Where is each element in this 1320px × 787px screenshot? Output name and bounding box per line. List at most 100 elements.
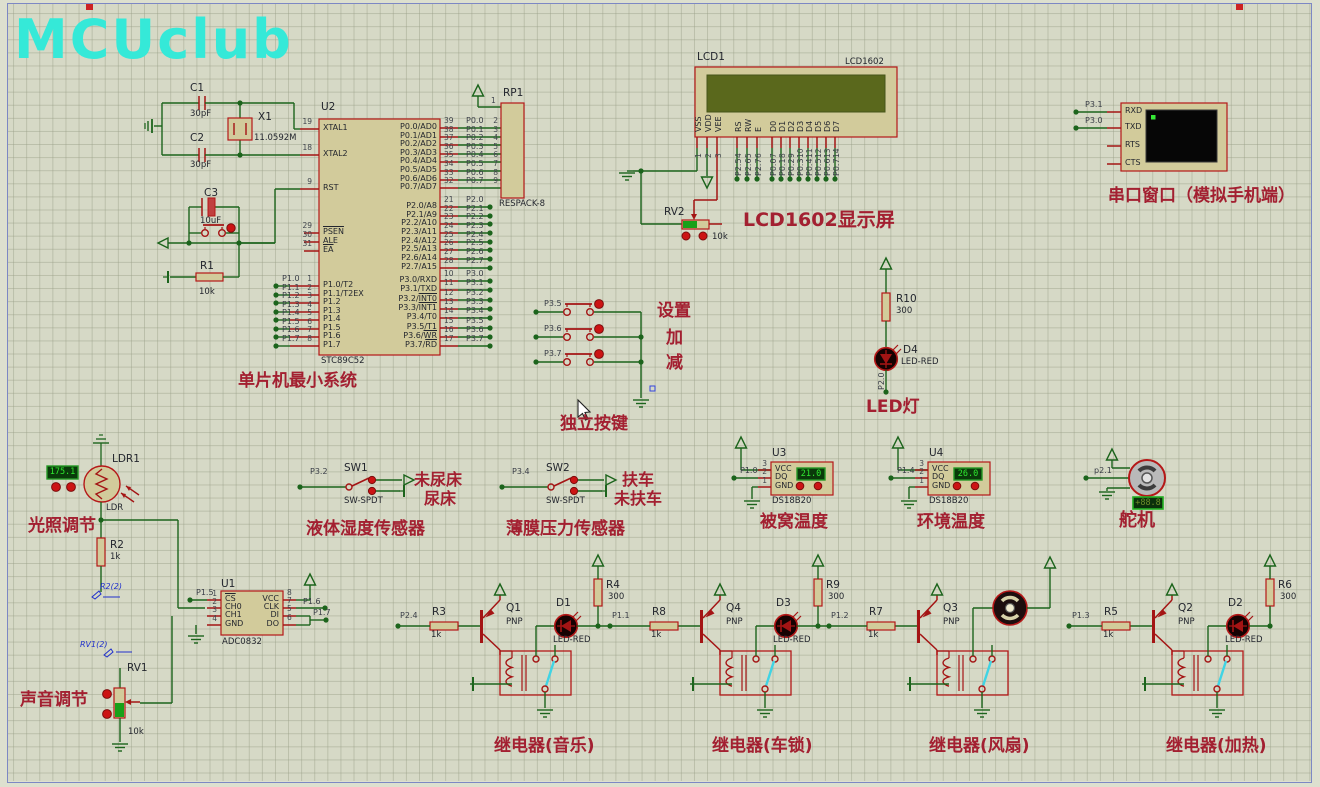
transistor-ref: Q3 xyxy=(943,603,958,614)
relay-body[interactable] xyxy=(1172,651,1243,695)
resistor-body[interactable] xyxy=(650,622,678,630)
rv1-pot-level[interactable] xyxy=(115,703,124,717)
ldr-light-arrow-icon xyxy=(126,486,131,491)
switch-throw[interactable] xyxy=(368,487,375,494)
reset-button-state[interactable] xyxy=(227,224,235,232)
resistor-body[interactable] xyxy=(1102,622,1130,630)
sheet-marker xyxy=(1236,4,1243,10)
terminal-arrow-icon xyxy=(158,238,168,248)
switch-ref: SW2 xyxy=(546,463,570,474)
led-emission-arrow-icon xyxy=(1245,612,1250,617)
resistor-body[interactable] xyxy=(867,622,895,630)
rv2-adjust-button[interactable] xyxy=(682,232,690,240)
sw2-state-off: 未扶车 xyxy=(614,491,662,508)
schematic-canvas[interactable]: MCUclub 单片机最小系统 LCD1602显示屏 串口窗口（模拟手机端） 独… xyxy=(0,0,1320,787)
resistor-ref: R10 xyxy=(896,294,917,305)
temp-adjust-button[interactable] xyxy=(953,482,961,490)
probe-pencil-icon xyxy=(92,591,101,599)
rv1-adjust-button[interactable] xyxy=(103,690,112,699)
crystal-body[interactable] xyxy=(228,118,252,140)
temp-adjust-button[interactable] xyxy=(971,482,979,490)
rp1-pin-number: 4 xyxy=(488,134,498,142)
rp1-part: RESPACK-8 xyxy=(499,200,545,209)
resistor-body[interactable] xyxy=(1266,579,1274,606)
net-label: P1.1 xyxy=(612,612,630,620)
origin-marker-icon xyxy=(650,386,655,391)
light-adjust-button[interactable] xyxy=(67,483,76,492)
junction-dot xyxy=(487,256,492,261)
pin-number: 29 xyxy=(288,222,312,230)
pin-name: RST xyxy=(323,184,339,192)
key-state-button[interactable] xyxy=(595,300,604,309)
rv1-wiper-arrow xyxy=(125,699,131,705)
rv1-adjust-button[interactable] xyxy=(103,710,112,719)
switch-throw[interactable] xyxy=(570,476,577,483)
resistor-body[interactable] xyxy=(97,538,105,566)
net-label: P3.1 xyxy=(1085,101,1103,109)
power-arrow-icon xyxy=(715,584,726,595)
relay-switch-arm[interactable] xyxy=(766,661,774,686)
net-label: P3.6 xyxy=(544,325,562,333)
resistor-ref: R1 xyxy=(200,261,214,272)
lcd-pin-number: 7 xyxy=(770,153,778,158)
lcd-pin-name: VEE xyxy=(715,116,723,132)
key-state-button[interactable] xyxy=(595,350,604,359)
logo: MCUclub xyxy=(14,8,293,71)
switch-throw[interactable] xyxy=(570,487,577,494)
pin-number: 28 xyxy=(444,257,454,265)
serial-screen xyxy=(1146,110,1217,162)
relay-body[interactable] xyxy=(500,651,571,695)
rv2-adjust-button[interactable] xyxy=(699,232,707,240)
contact-ring xyxy=(533,656,539,662)
relay-switch-arm[interactable] xyxy=(1218,661,1226,686)
switch-throw[interactable] xyxy=(368,476,375,483)
relay-switch-arm[interactable] xyxy=(983,661,991,686)
pin-number: 12 xyxy=(444,289,454,297)
key-state-button[interactable] xyxy=(595,325,604,334)
relay-coil xyxy=(726,658,732,686)
pin-number: 14 xyxy=(444,307,454,315)
lcd-part: LCD1602 xyxy=(845,58,884,67)
temp-adjust-button[interactable] xyxy=(814,482,822,490)
led-ref: D1 xyxy=(556,598,571,609)
adc-ref: U1 xyxy=(221,579,235,590)
junction-dot xyxy=(638,359,643,364)
pin-number: 6 xyxy=(287,614,292,622)
light-adjust-button[interactable] xyxy=(52,483,61,492)
relay-switch-arm[interactable] xyxy=(546,661,554,686)
relay-body[interactable] xyxy=(720,651,791,695)
junction-dot xyxy=(754,176,759,181)
contact-ring xyxy=(202,230,209,237)
crystal-value: 11.0592M xyxy=(254,134,296,143)
resistor-body[interactable] xyxy=(882,293,890,321)
sw1-state-off: 尿床 xyxy=(424,491,456,508)
resistor-body[interactable] xyxy=(814,579,822,606)
resistor-value: 10k xyxy=(199,288,215,297)
ldr-body[interactable] xyxy=(84,466,120,502)
junction-dot xyxy=(323,617,328,622)
keys-caption: 独立按键 xyxy=(560,416,628,434)
power-arrow-icon xyxy=(1045,557,1056,568)
power-arrow-icon xyxy=(893,437,904,448)
relay-body[interactable] xyxy=(937,651,1008,695)
resistor-body[interactable] xyxy=(430,622,458,630)
resistor-body[interactable] xyxy=(196,273,223,281)
pin-number: 26 xyxy=(444,239,454,247)
rv2-pot-level[interactable] xyxy=(683,221,697,228)
key-label-set: 设置 xyxy=(657,303,691,321)
temp-adjust-button[interactable] xyxy=(796,482,804,490)
pin-number: 15 xyxy=(444,317,454,325)
ldr-light-arrow-icon xyxy=(121,493,126,498)
sound-caption: 声音调节 xyxy=(20,692,88,710)
net-label: P3.5 xyxy=(544,300,562,308)
lcd-pin-number: 5 xyxy=(745,153,753,158)
resistor-body[interactable] xyxy=(594,579,602,606)
contact-ring xyxy=(587,334,594,341)
rp1-body[interactable] xyxy=(501,103,524,198)
transistor-collector xyxy=(703,634,720,650)
rv2-value: 10k xyxy=(712,233,728,242)
serial-cursor xyxy=(1151,115,1156,120)
rv1-value: 10k xyxy=(128,728,144,737)
terminal-arrow-icon xyxy=(404,475,414,485)
serial-pin-name: TXD xyxy=(1125,123,1142,131)
